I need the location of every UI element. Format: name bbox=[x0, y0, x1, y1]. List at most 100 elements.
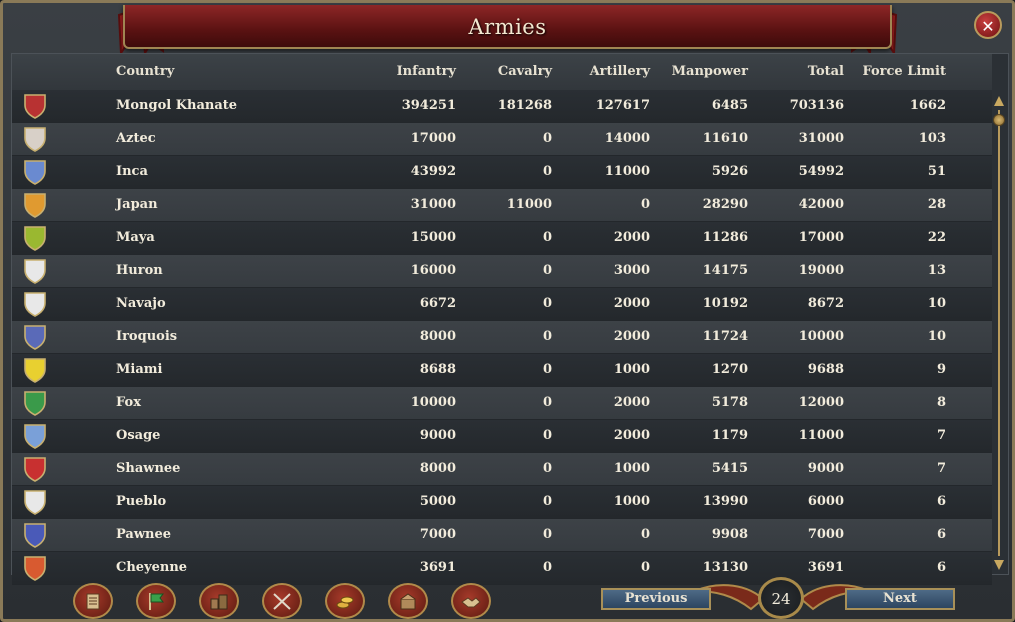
country-shield-icon[interactable] bbox=[23, 456, 47, 482]
cell-country[interactable]: Inca bbox=[116, 164, 148, 179]
scroll-down-arrow-icon[interactable] bbox=[994, 560, 1004, 570]
cell-country[interactable]: Cheyenne bbox=[116, 560, 187, 575]
header-artillery[interactable]: Artillery bbox=[590, 64, 650, 79]
country-shield-icon[interactable] bbox=[23, 390, 47, 416]
cell-artillery: 0 bbox=[640, 197, 650, 212]
cell-manpower: 1179 bbox=[711, 428, 748, 443]
coins-icon bbox=[336, 596, 354, 609]
country-shield-icon[interactable] bbox=[23, 423, 47, 449]
cell-country[interactable]: Japan bbox=[116, 197, 158, 212]
table-row[interactable]: Fox 10000 0 2000 5178 12000 8 bbox=[12, 387, 992, 420]
cell-artillery: 2000 bbox=[613, 296, 650, 311]
header-infantry[interactable]: Infantry bbox=[397, 64, 456, 79]
table-row[interactable]: Maya 15000 0 2000 11286 17000 22 bbox=[12, 222, 992, 255]
cell-manpower: 13130 bbox=[702, 560, 748, 575]
table-row[interactable]: Aztec 17000 0 14000 11610 31000 103 bbox=[12, 123, 992, 156]
cell-country[interactable]: Pawnee bbox=[116, 527, 171, 542]
cell-artillery: 2000 bbox=[613, 395, 650, 410]
cell-country[interactable]: Fox bbox=[116, 395, 141, 410]
cell-country[interactable]: Aztec bbox=[116, 131, 156, 146]
scroll-thumb[interactable] bbox=[993, 114, 1005, 126]
table-row[interactable]: Navajo 6672 0 2000 10192 8672 10 bbox=[12, 288, 992, 321]
table-row[interactable]: Mongol Khanate 394251 181268 127617 6485 7031… bbox=[12, 90, 992, 123]
cell-force-limit: 103 bbox=[918, 131, 946, 146]
cell-country[interactable]: Osage bbox=[116, 428, 160, 443]
cell-artillery: 3000 bbox=[613, 263, 650, 278]
table-row[interactable]: Inca 43992 0 11000 5926 54992 51 bbox=[12, 156, 992, 189]
cell-manpower: 28290 bbox=[702, 197, 748, 212]
cell-infantry: 7000 bbox=[419, 527, 456, 542]
cell-cavalry: 0 bbox=[542, 131, 552, 146]
cell-artillery: 14000 bbox=[604, 131, 650, 146]
country-shield-icon[interactable] bbox=[23, 258, 47, 284]
cell-artillery: 0 bbox=[640, 527, 650, 542]
cell-country[interactable]: Miami bbox=[116, 362, 162, 377]
table-row[interactable]: Pawnee 7000 0 0 9908 7000 6 bbox=[12, 519, 992, 552]
previous-button[interactable]: Previous bbox=[601, 588, 711, 610]
header-force-limit[interactable]: Force Limit bbox=[862, 64, 946, 79]
cell-force-limit: 6 bbox=[936, 560, 946, 575]
cell-country[interactable]: Mongol Khanate bbox=[116, 98, 237, 113]
scroll-track[interactable] bbox=[998, 110, 1000, 556]
table-row[interactable]: Iroquois 8000 0 2000 11724 10000 10 bbox=[12, 321, 992, 354]
table-row[interactable]: Pueblo 5000 0 1000 13990 6000 6 bbox=[12, 486, 992, 519]
green-flag-button[interactable] bbox=[136, 583, 176, 619]
cell-total: 6000 bbox=[807, 494, 844, 509]
header-cavalry[interactable]: Cavalry bbox=[498, 64, 552, 79]
cell-cavalry: 0 bbox=[542, 494, 552, 509]
header-total[interactable]: Total bbox=[808, 64, 844, 79]
country-shield-icon[interactable] bbox=[23, 291, 47, 317]
cell-force-limit: 7 bbox=[936, 461, 946, 476]
next-button[interactable]: Next bbox=[845, 588, 955, 610]
country-shield-icon[interactable] bbox=[23, 489, 47, 515]
table-row[interactable]: Shawnee 8000 0 1000 5415 9000 7 bbox=[12, 453, 992, 486]
bottom-toolbar: Previous 24 Next bbox=[3, 575, 1012, 619]
country-shield-icon[interactable] bbox=[23, 93, 47, 119]
cell-cavalry: 0 bbox=[542, 296, 552, 311]
cell-manpower: 5415 bbox=[711, 461, 748, 476]
trade-goods-icon bbox=[400, 593, 416, 610]
cell-artillery: 0 bbox=[640, 560, 650, 575]
table-body: Mongol Khanate 394251 181268 127617 6485 7031… bbox=[12, 90, 992, 585]
buildings-button[interactable] bbox=[199, 583, 239, 619]
coins-button[interactable] bbox=[325, 583, 365, 619]
scroll-ledger-button[interactable] bbox=[73, 583, 113, 619]
table-row[interactable]: Miami 8688 0 1000 1270 9688 9 bbox=[12, 354, 992, 387]
vertical-scrollbar[interactable] bbox=[993, 96, 1005, 570]
table-row[interactable]: Japan 31000 11000 0 28290 42000 28 bbox=[12, 189, 992, 222]
country-shield-icon[interactable] bbox=[23, 324, 47, 350]
cell-country[interactable]: Shawnee bbox=[116, 461, 180, 476]
cell-force-limit: 22 bbox=[927, 230, 946, 245]
country-shield-icon[interactable] bbox=[23, 126, 47, 152]
trade-goods-button[interactable] bbox=[388, 583, 428, 619]
buildings-icon bbox=[210, 594, 228, 610]
table-row[interactable]: Huron 16000 0 3000 14175 19000 13 bbox=[12, 255, 992, 288]
armies-window: Armies ✕ Country Infantry Cavalry Artill… bbox=[0, 0, 1015, 622]
country-shield-icon[interactable] bbox=[23, 159, 47, 185]
table-row[interactable]: Osage 9000 0 2000 1179 11000 7 bbox=[12, 420, 992, 453]
cell-cavalry: 0 bbox=[542, 527, 552, 542]
cell-artillery: 2000 bbox=[613, 230, 650, 245]
cell-country[interactable]: Maya bbox=[116, 230, 155, 245]
cell-country[interactable]: Iroquois bbox=[116, 329, 177, 344]
scroll-up-arrow-icon[interactable] bbox=[994, 96, 1004, 106]
header-manpower[interactable]: Manpower bbox=[672, 64, 748, 79]
cell-country[interactable]: Huron bbox=[116, 263, 163, 278]
handshake-button[interactable] bbox=[451, 583, 491, 619]
header-country[interactable]: Country bbox=[116, 64, 174, 79]
country-shield-icon[interactable] bbox=[23, 192, 47, 218]
cell-country[interactable]: Navajo bbox=[116, 296, 166, 311]
crossed-swords-button[interactable] bbox=[262, 583, 302, 619]
country-shield-icon[interactable] bbox=[23, 225, 47, 251]
cell-artillery: 127617 bbox=[595, 98, 650, 113]
country-shield-icon[interactable] bbox=[23, 522, 47, 548]
cell-cavalry: 0 bbox=[542, 395, 552, 410]
country-shield-icon[interactable] bbox=[23, 357, 47, 383]
close-button[interactable]: ✕ bbox=[974, 11, 1002, 39]
cell-country[interactable]: Pueblo bbox=[116, 494, 166, 509]
cell-total: 31000 bbox=[798, 131, 844, 146]
cell-cavalry: 0 bbox=[542, 461, 552, 476]
cell-artillery: 1000 bbox=[613, 362, 650, 377]
close-icon: ✕ bbox=[981, 17, 995, 36]
cell-manpower: 14175 bbox=[702, 263, 748, 278]
